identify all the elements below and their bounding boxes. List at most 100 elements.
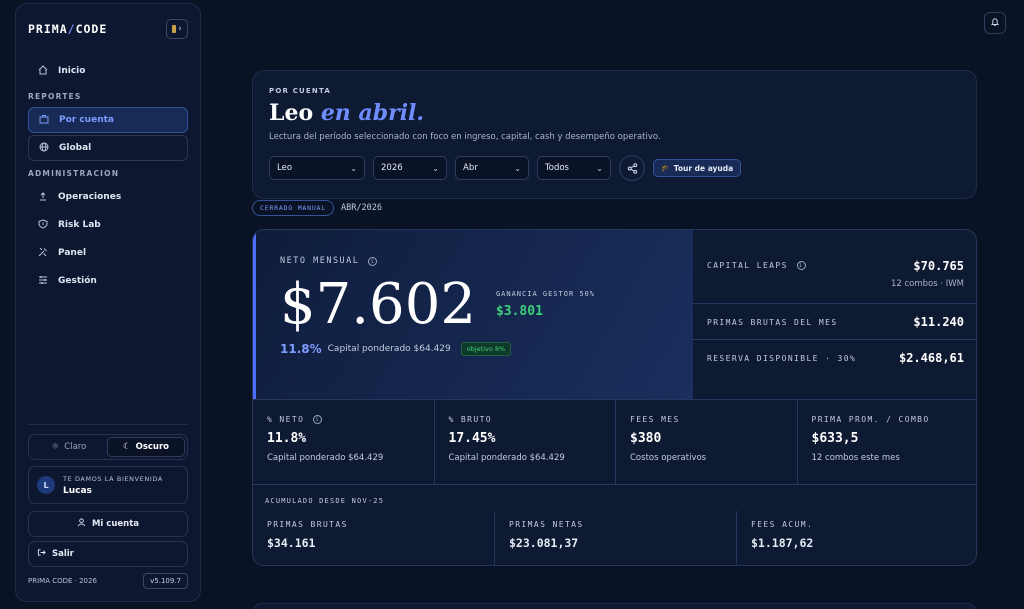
scope-select[interactable]: Todos ⌄ <box>537 156 611 180</box>
weighted-capital: Capital ponderado $64.429 <box>327 344 451 354</box>
globe-icon <box>37 142 51 155</box>
sidebar-item-risk-lab[interactable]: Risk Lab <box>28 212 188 238</box>
sidebar-item-global[interactable]: Global <box>28 135 188 161</box>
sliders-icon <box>36 275 50 288</box>
month-select[interactable]: Abr ⌄ <box>455 156 529 180</box>
stat-primas-brutas-mes: PRIMAS BRUTAS DEL MES $11.240 <box>693 304 976 340</box>
metric-neto: % NETO i 11.8% Capital ponderado $64.429 <box>253 400 435 484</box>
accumulated-cols: PRIMAS BRUTAS $34.161 PRIMAS NETAS $23.0… <box>253 511 976 565</box>
stat-reserva-disponible: RESERVA DISPONIBLE · 30% $2.468,61 <box>693 340 976 399</box>
chevron-down-icon: ⌄ <box>514 163 521 173</box>
stat-value: $70.765 <box>913 259 964 273</box>
section-label-administracion: ADMINISTRACION <box>28 169 120 178</box>
net-monthly-label-text: NETO MENSUAL <box>280 256 360 266</box>
metric-sub: Capital ponderado $64.429 <box>448 453 565 463</box>
metric-label-text: % NETO <box>267 415 305 424</box>
next-section-card <box>252 603 977 609</box>
collapse-sidebar-button[interactable]: › <box>166 19 188 39</box>
metric-sub: Capital ponderado $64.429 <box>267 453 384 463</box>
stat-note: 12 combos · IWM <box>890 279 964 289</box>
sidebar-item-label: Operaciones <box>58 192 122 202</box>
month-select-value: Abr <box>463 163 478 173</box>
info-icon[interactable]: i <box>796 261 806 270</box>
brand-logo[interactable]: PRIMA/CODE <box>28 22 107 36</box>
logout-button[interactable]: Salir <box>28 541 188 567</box>
sidebar-footer: ☼ Claro ☾ Oscuro L TE DAMOS LA BIENVENID… <box>28 424 188 589</box>
sidebar-item-por-cuenta[interactable]: Por cuenta <box>28 107 188 133</box>
account-button[interactable]: Mi cuenta <box>28 511 188 537</box>
info-icon[interactable]: i <box>368 256 378 266</box>
stat-label: PRIMAS BRUTAS DEL MES <box>707 318 838 327</box>
period-label: ABR/2026 <box>341 203 382 213</box>
accum-label: FEES ACUM. <box>751 520 814 529</box>
account-button-label: Mi cuenta <box>91 519 140 529</box>
theme-dark-option[interactable]: ☾ Oscuro <box>107 437 185 457</box>
upload-icon <box>36 191 50 204</box>
metric-label: % NETO i <box>267 415 420 424</box>
manager-gain: GANANCIA GESTOR 50% $3.801 <box>496 290 595 319</box>
accum-primas-brutas: PRIMAS BRUTAS $34.161 <box>253 511 495 565</box>
chevron-right-icon: › <box>178 24 182 34</box>
page-header: POR CUENTA Leo en abril. Lectura del per… <box>252 70 977 199</box>
status-badge: CERRADO MANUAL <box>252 200 334 216</box>
sidebar-item-panel[interactable]: Panel <box>28 240 188 266</box>
stat-capital-leaps: CAPITAL LEAPS i $70.765 12 combos · IWM <box>693 230 976 304</box>
account-select[interactable]: Leo ⌄ <box>269 156 365 180</box>
year-select[interactable]: 2026 ⌄ <box>373 156 447 180</box>
objective-badge: objetivo 8% <box>460 342 512 356</box>
accumulated-section: ACUMULADO DESDE NOV-25 PRIMAS BRUTAS $34… <box>253 485 976 565</box>
sidebar-item-operaciones[interactable]: Operaciones <box>28 184 188 210</box>
hero-foot: 11.8% Capital ponderado $64.429 objetivo… <box>280 342 669 356</box>
sidebar-item-inicio[interactable]: Inicio <box>28 58 188 84</box>
net-monthly-value: $7.602 <box>280 272 476 337</box>
side-stats: CAPITAL LEAPS i $70.765 12 combos · IWM … <box>693 230 976 399</box>
shield-icon <box>36 218 50 232</box>
chip-icon <box>172 25 177 33</box>
account-select-value: Leo <box>277 163 293 173</box>
user-icon <box>77 518 86 530</box>
sidebar: PRIMA/CODE › Inicio REPORTES Por cuenta … <box>15 3 201 602</box>
metric-value: 11.8% <box>267 431 307 446</box>
accum-value: $23.081,37 <box>509 536 579 550</box>
theme-light-option[interactable]: ☼ Claro <box>31 437 107 457</box>
metric-fees: FEES MES $380 Costos operativos <box>616 400 798 484</box>
sidebar-item-label: Inicio <box>58 66 86 76</box>
cap-icon: 🎓 <box>661 164 670 172</box>
brand-left: PRIMA <box>28 22 68 36</box>
brand-right: CODE <box>75 22 108 36</box>
title-period: en abril. <box>320 100 425 126</box>
net-monthly-label: NETO MENSUAL i <box>280 256 669 266</box>
copyright: PRIMA CODE · 2026 <box>28 577 97 585</box>
accum-label: PRIMAS NETAS <box>509 520 584 529</box>
section-label-reportes: REPORTES <box>28 92 82 101</box>
welcome-card: L TE DAMOS LA BIENVENIDA Lucas <box>28 466 188 504</box>
accum-fees: FEES ACUM. $1.187,62 <box>737 511 976 565</box>
sidebar-item-label: Por cuenta <box>59 115 114 125</box>
accum-value: $34.161 <box>267 536 316 550</box>
tour-button-label: Tour de ayuda <box>673 163 734 173</box>
theme-dark-label: Oscuro <box>135 442 170 452</box>
divider <box>28 424 188 425</box>
share-icon <box>627 159 638 178</box>
notifications-button[interactable] <box>984 12 1006 34</box>
tour-button[interactable]: 🎓 Tour de ayuda <box>653 159 742 177</box>
info-icon[interactable]: i <box>313 415 323 424</box>
sidebar-item-gestion[interactable]: Gestión <box>28 268 188 294</box>
metric-label: PRIMA PROM. / COMBO <box>811 415 930 424</box>
avatar: L <box>37 476 55 494</box>
net-monthly-panel: NETO MENSUAL i $7.602 GANANCIA GESTOR 50… <box>253 230 693 399</box>
share-button[interactable] <box>619 155 645 181</box>
filters-bar: Leo ⌄ 2026 ⌄ Abr ⌄ Todos ⌄ 🎓 Tour de ayu… <box>269 155 960 181</box>
stat-value: $11.240 <box>913 315 964 329</box>
moon-icon: ☾ <box>122 442 131 452</box>
page-title: Leo en abril. <box>269 100 960 126</box>
stat-value: $2.468,61 <box>898 351 964 365</box>
page-subtitle: Lectura del período seleccionado con foc… <box>269 132 661 142</box>
bell-icon <box>990 17 1000 30</box>
metric-sub: Costos operativos <box>630 453 707 463</box>
brand-sep: / <box>67 22 76 36</box>
summary-card: NETO MENSUAL i $7.602 GANANCIA GESTOR 50… <box>252 229 977 566</box>
accum-value: $1.187,62 <box>751 536 814 550</box>
accumulated-title: ACUMULADO DESDE NOV-25 <box>265 497 385 505</box>
title-account: Leo <box>269 100 314 126</box>
